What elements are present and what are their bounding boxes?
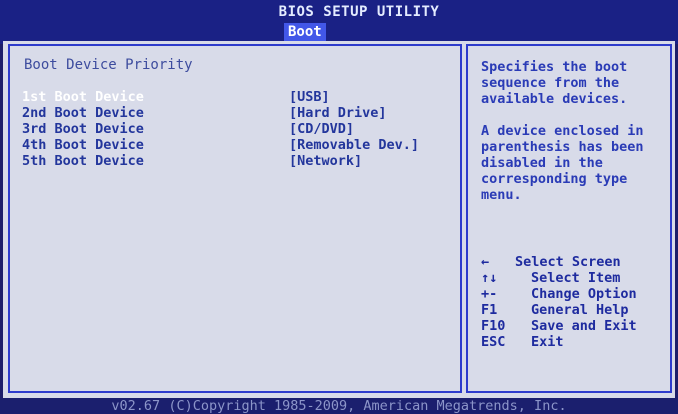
up-down-arrow-icon: ↑↓ — [481, 270, 498, 286]
tab-boot[interactable]: Boot — [284, 23, 326, 43]
boot-device-value[interactable]: [Network] — [289, 153, 362, 169]
boot-device-label: 5th Boot Device — [22, 153, 144, 169]
key-action-label: Exit — [531, 334, 564, 350]
key-action-label: General Help — [531, 302, 629, 318]
section-title: Boot Device Priority — [24, 57, 193, 73]
boot-device-value[interactable]: [Removable Dev.] — [289, 137, 419, 153]
boot-device-row-4[interactable]: 4th Boot Device [Removable Dev.] — [22, 137, 442, 153]
boot-device-row-1[interactable]: 1st Boot Device [USB] — [22, 89, 442, 105]
key-action-label: Select Screen — [515, 254, 621, 270]
copyright-footer: v02.67 (C)Copyright 1985-2009, American … — [0, 398, 678, 414]
boot-device-label: 4th Boot Device — [22, 137, 144, 153]
key-action-label: Save and Exit — [531, 318, 637, 334]
key-legend-row: F10 Save and Exit — [481, 318, 666, 334]
key-legend-row: F1 General Help — [481, 302, 666, 318]
key-action-label: Select Item — [531, 270, 621, 286]
help-note: A device enclosed in parenthesis has bee… — [481, 123, 661, 203]
boot-device-label: 1st Boot Device — [22, 89, 144, 105]
boot-device-row-5[interactable]: 5th Boot Device [Network] — [22, 153, 442, 169]
left-arrow-icon: ← — [481, 254, 490, 270]
boot-device-label: 3rd Boot Device — [22, 121, 144, 137]
boot-device-row-2[interactable]: 2nd Boot Device [Hard Drive] — [22, 105, 442, 121]
help-description-text: Specifies the boot sequence from the ava… — [481, 59, 628, 107]
f10-key: F10 — [481, 318, 506, 334]
boot-device-value[interactable]: [Hard Drive] — [289, 105, 387, 121]
key-legend-row: +- Change Option — [481, 286, 666, 302]
key-action-label: Change Option — [531, 286, 637, 302]
key-legend-row: ESC Exit — [481, 334, 666, 350]
key-legend-row: ← Select Screen — [481, 254, 666, 270]
key-legend-row: ↑↓ Select Item — [481, 270, 666, 286]
help-note-text: A device enclosed in parenthesis has bee… — [481, 123, 644, 203]
boot-device-value[interactable]: [CD/DVD] — [289, 121, 354, 137]
help-description: Specifies the boot sequence from the ava… — [481, 59, 661, 107]
bios-title: BIOS SETUP UTILITY — [278, 4, 440, 20]
f1-key: F1 — [481, 302, 498, 318]
key-legend: ← Select Screen ↑↓ Select Item +- Change… — [481, 254, 666, 350]
boot-device-row-3[interactable]: 3rd Boot Device [CD/DVD] — [22, 121, 442, 137]
boot-device-value[interactable]: [USB] — [289, 89, 330, 105]
plus-minus-icon: +- — [481, 286, 498, 302]
boot-device-label: 2nd Boot Device — [22, 105, 144, 121]
esc-key: ESC — [481, 334, 506, 350]
